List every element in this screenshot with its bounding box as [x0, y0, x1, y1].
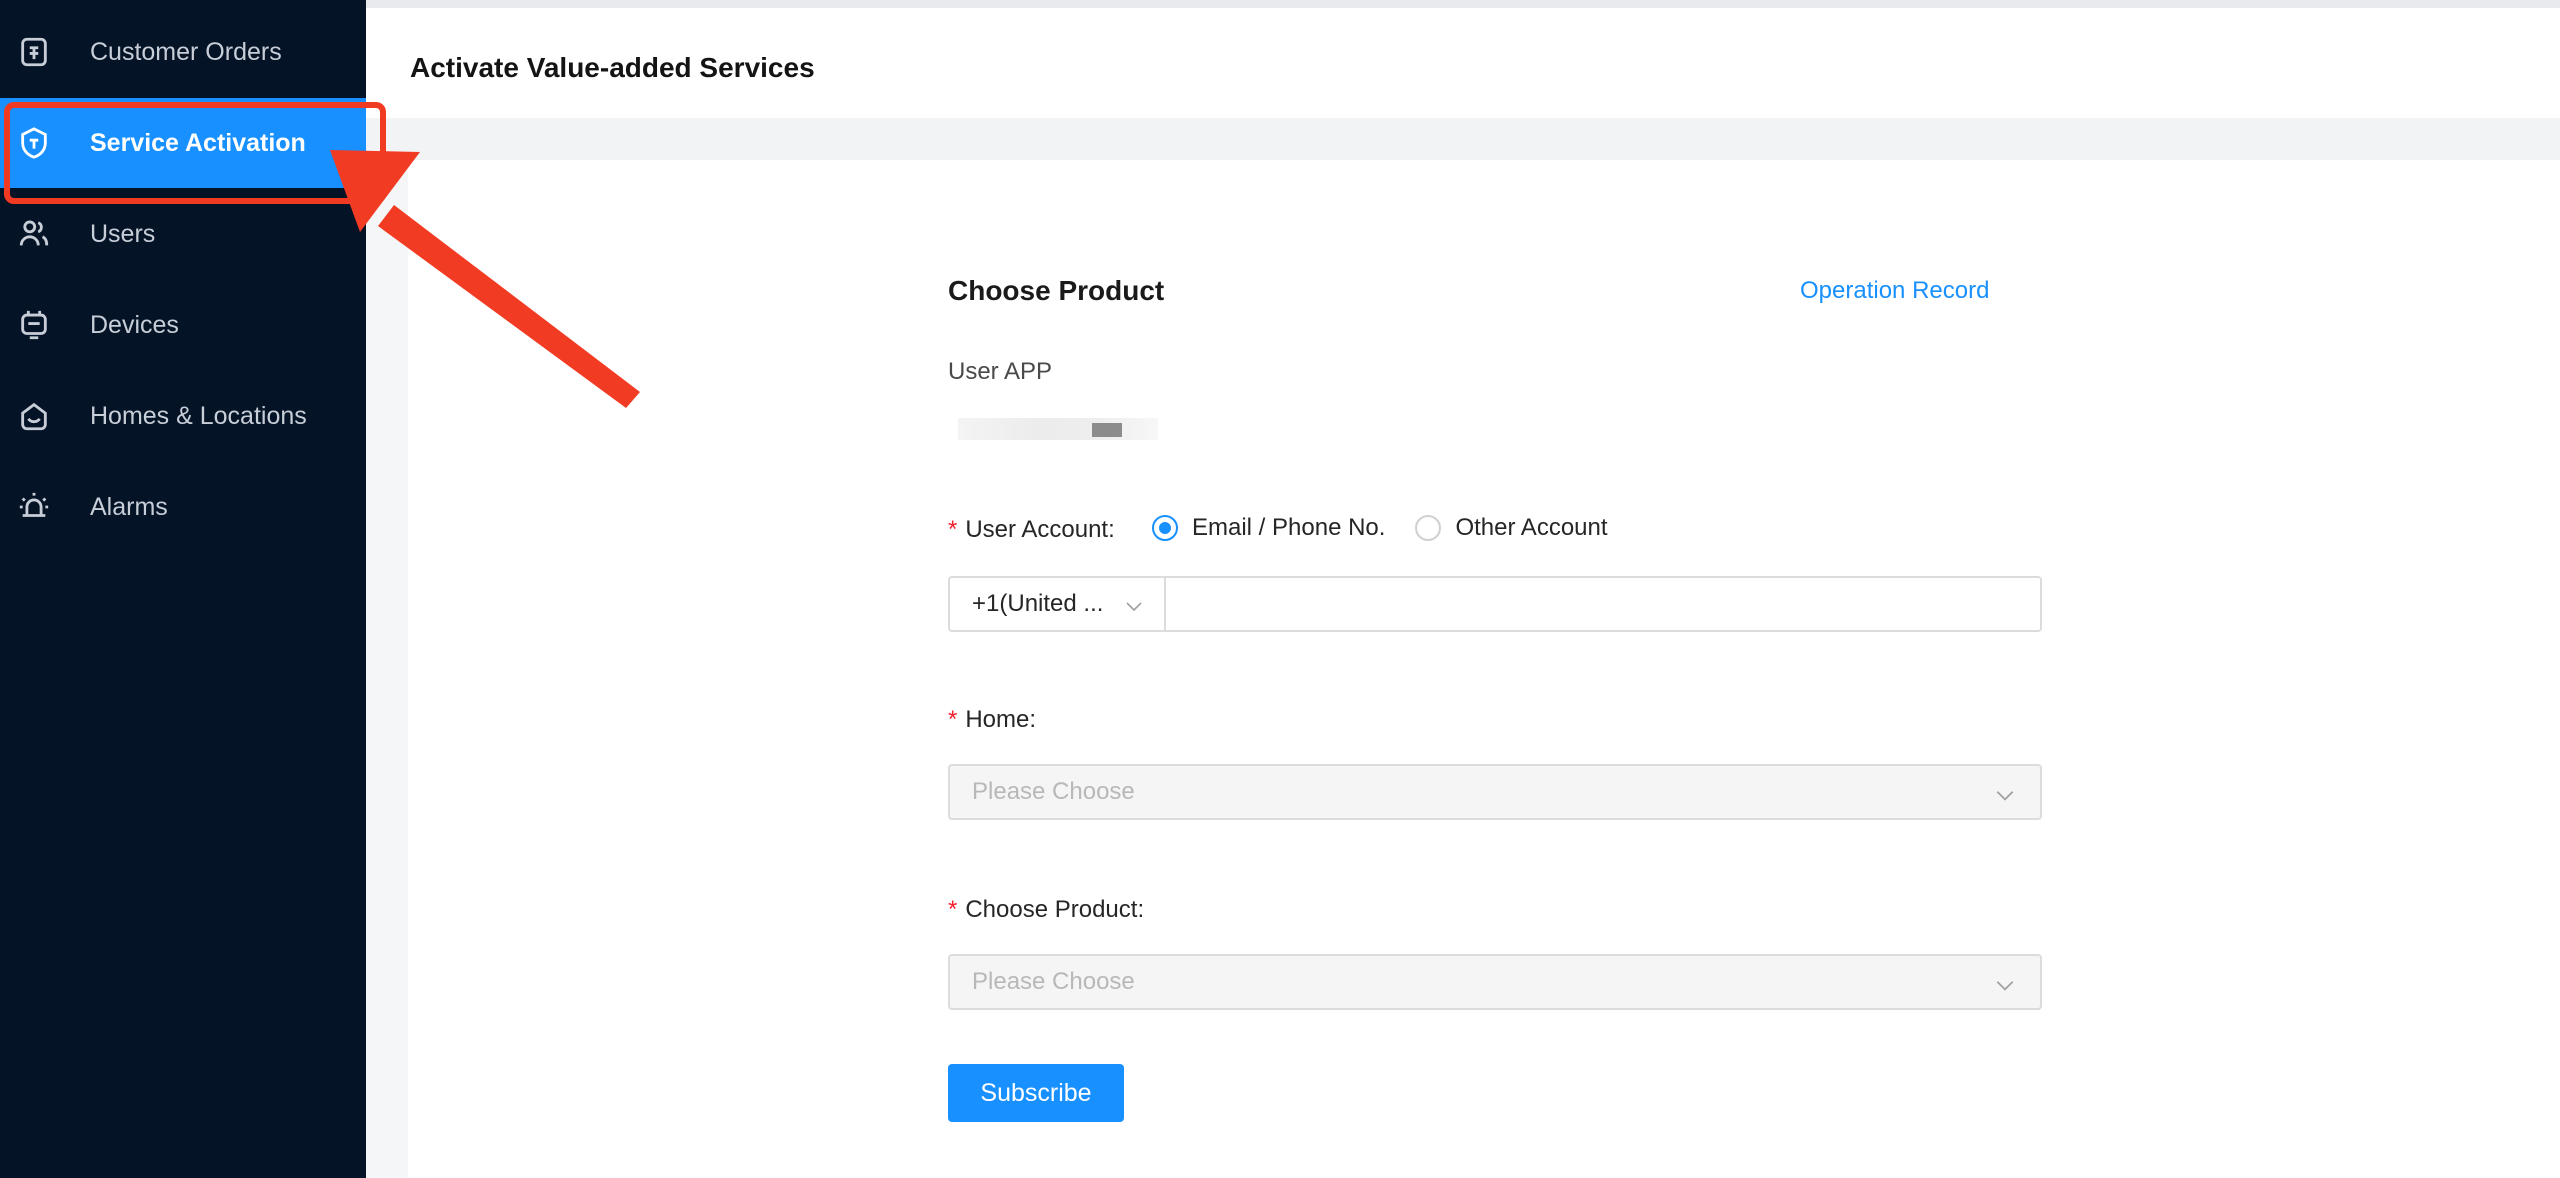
sidebar-item-label: Customer Orders [90, 37, 282, 66]
header-divider [366, 118, 2560, 160]
sidebar: Customer Orders Service Activation Users… [0, 0, 376, 1178]
home-icon [16, 398, 52, 434]
required-mark: * [948, 896, 958, 923]
phone-number-input[interactable] [1166, 578, 2040, 630]
content-panel [408, 160, 2560, 1178]
choose-product-label: * Choose Product: [948, 896, 1145, 923]
home-select-placeholder: Please Choose [972, 778, 1135, 805]
alarm-icon [16, 489, 52, 525]
account-type-radio-group: Email / Phone No. Other Account [1152, 514, 1608, 542]
home-label: * Home: [948, 706, 1037, 733]
required-mark: * [948, 516, 958, 543]
country-code-select[interactable]: +1(United ... [950, 578, 1166, 630]
radio-other-account-label[interactable]: Other Account [1455, 514, 1607, 542]
sidebar-item-service-activation[interactable]: Service Activation [0, 98, 376, 188]
chevron-down-icon [1126, 602, 1142, 612]
top-border [366, 0, 2560, 8]
redacted-app-name [958, 418, 1158, 440]
country-code-value: +1(United ... [972, 590, 1104, 617]
user-account-label: * User Account: [948, 516, 1115, 543]
sidebar-item-homes-locations[interactable]: Homes & Locations [0, 371, 366, 461]
sidebar-item-users[interactable]: Users [0, 189, 366, 279]
product-select[interactable]: Please Choose [948, 954, 2042, 1010]
sidebar-item-label: Homes & Locations [90, 401, 307, 430]
chevron-down-icon [1996, 981, 2014, 991]
subscribe-button[interactable]: Subscribe [948, 1064, 1124, 1122]
home-select[interactable]: Please Choose [948, 764, 2042, 820]
required-mark: * [948, 706, 958, 733]
sidebar-item-label: Service Activation [90, 128, 306, 157]
page-title: Activate Value-added Services [410, 52, 815, 83]
product-select-placeholder: Please Choose [972, 968, 1135, 995]
sidebar-item-alarms[interactable]: Alarms [0, 462, 366, 552]
device-icon [16, 307, 52, 343]
clipboard-icon [16, 34, 52, 70]
sidebar-item-devices[interactable]: Devices [0, 280, 366, 370]
users-icon [16, 216, 52, 252]
operation-record-link[interactable]: Operation Record [1800, 277, 1989, 305]
sidebar-item-customer-orders[interactable]: Customer Orders [0, 7, 366, 97]
radio-other-account[interactable] [1415, 515, 1442, 541]
chevron-down-icon [1996, 791, 2014, 801]
sidebar-item-label: Users [90, 219, 156, 248]
section-title: Choose Product [948, 275, 1165, 306]
sidebar-item-label: Devices [90, 310, 179, 339]
user-app-label: User APP [948, 358, 1053, 385]
service-badge-icon [16, 125, 52, 161]
radio-email-phone[interactable] [1152, 515, 1178, 541]
phone-input-group: +1(United ... [948, 576, 2042, 632]
page-header: Activate Value-added Services [366, 8, 2560, 118]
sidebar-item-label: Alarms [90, 492, 168, 521]
radio-email-phone-label[interactable]: Email / Phone No. [1192, 514, 1385, 542]
